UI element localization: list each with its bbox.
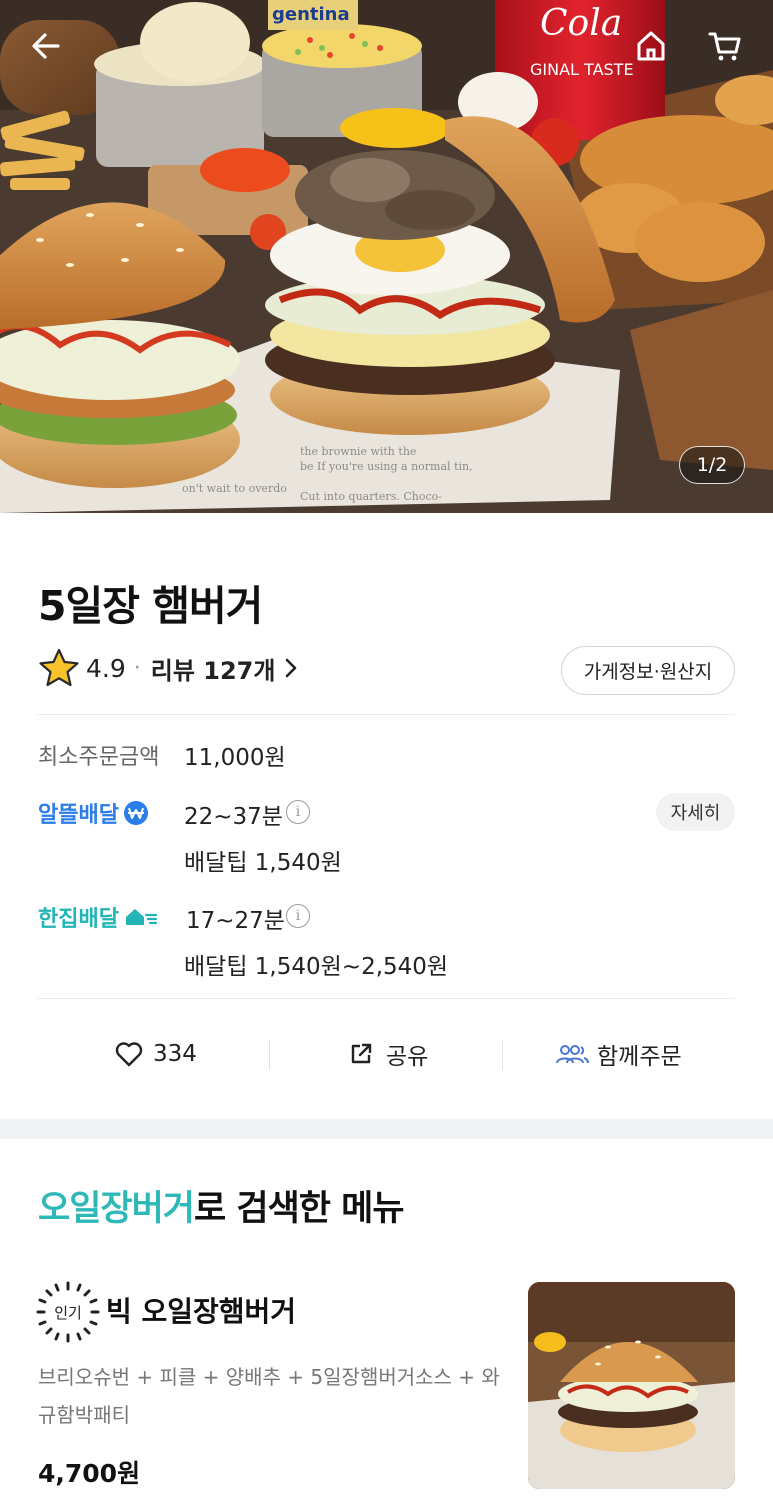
- rating-value: 4.9: [86, 653, 126, 683]
- store-name: 5일장 햄버거: [38, 582, 263, 630]
- alttl-delivery-label: 알뜰배달: [38, 803, 119, 828]
- info-icon[interactable]: i: [286, 800, 310, 824]
- rating-row: 4.9 · 리뷰 127개: [38, 646, 297, 690]
- newspaper-text: be If you're using a normal tin,: [300, 460, 473, 473]
- share-icon: [351, 1043, 372, 1064]
- newspaper-text: on't wait to overdo: [182, 482, 287, 495]
- hanjip-delivery-label: 한집배달: [38, 907, 119, 932]
- divider: [38, 998, 735, 999]
- min-order-value: 11,000원: [184, 745, 286, 771]
- won-coin-icon: [123, 801, 148, 825]
- section-gap: [0, 1119, 773, 1139]
- share-button[interactable]: 공유: [349, 1030, 428, 1078]
- home-speed-icon: [125, 909, 158, 925]
- heart-icon: [115, 1042, 143, 1067]
- store-info-button[interactable]: 가게정보·원산지: [561, 646, 735, 695]
- chevron-right-icon: [286, 658, 297, 678]
- store-actions: 334 공유 함께주문: [0, 1030, 773, 1078]
- hanjip-delivery-brand: 한집배달: [38, 901, 158, 933]
- min-order-label: 최소주문금액: [38, 745, 160, 770]
- alttl-delivery-tip: 배달팁 1,540원: [184, 850, 342, 876]
- alttl-delivery-time: 22~37분: [184, 804, 283, 830]
- newspaper-text: the brownie with the: [300, 445, 416, 458]
- share-label: 공유: [386, 1044, 429, 1070]
- menu-item-name: 빅 오일장햄버거: [106, 1295, 297, 1328]
- hanjip-delivery-tip: 배달팁 1,540원~2,540원: [184, 954, 449, 980]
- arrow-left-icon: [32, 33, 60, 59]
- popular-badge-label: 인기: [54, 1304, 82, 1322]
- cola-caption-text: GINAL TASTE: [530, 60, 634, 79]
- alttl-delivery-brand: 알뜰배달: [38, 797, 149, 829]
- like-button[interactable]: 334: [115, 1030, 197, 1078]
- cart-button[interactable]: [701, 22, 749, 70]
- cola-logo-text: Cola: [540, 3, 622, 44]
- review-count-label: 리뷰 127개: [150, 656, 276, 685]
- action-separator: [269, 1040, 270, 1070]
- food-photo: gentina Cola GINAL TASTE be If you're us…: [0, 0, 773, 513]
- popular-badge: 인기: [36, 1281, 100, 1343]
- info-icon[interactable]: i: [286, 904, 310, 928]
- search-keyword: 오일장버거: [38, 1189, 195, 1229]
- menu-item-description: 브리오슈번 + 피클 + 양배추 + 5일장햄버거소스 + 와규함박패티: [38, 1365, 500, 1427]
- home-button[interactable]: [627, 22, 675, 70]
- store-hero-image[interactable]: gentina Cola GINAL TASTE be If you're us…: [0, 0, 773, 513]
- cart-icon: [708, 32, 741, 61]
- menu-item-thumbnail[interactable]: [528, 1282, 735, 1489]
- back-button[interactable]: [22, 22, 70, 70]
- menu-item-price: 4,700원: [38, 1459, 141, 1488]
- group-order-button[interactable]: 함께주문: [555, 1030, 682, 1078]
- delivery-detail-button[interactable]: 자세히: [656, 793, 735, 831]
- divider: [38, 714, 735, 715]
- star-icon: [39, 648, 79, 687]
- search-result-title: 오일장버거로 검색한 메뉴: [38, 1180, 405, 1231]
- group-icon: [556, 1045, 589, 1064]
- rating-separator: ·: [133, 655, 141, 681]
- search-title-rest: 로 검색한 메뉴: [194, 1189, 405, 1229]
- image-counter: 1/2: [679, 446, 745, 484]
- hanjip-delivery-time: 17~27분: [186, 908, 285, 934]
- like-count: 334: [153, 1041, 197, 1067]
- group-order-label: 함께주문: [597, 1044, 682, 1070]
- action-separator: [502, 1040, 503, 1070]
- home-icon: [637, 31, 665, 61]
- can-label-text: gentina: [272, 4, 350, 25]
- review-link[interactable]: 리뷰 127개: [151, 651, 298, 686]
- menu-item-photo: [528, 1282, 735, 1489]
- newspaper-text: Cut into quarters. Choco-: [300, 490, 442, 503]
